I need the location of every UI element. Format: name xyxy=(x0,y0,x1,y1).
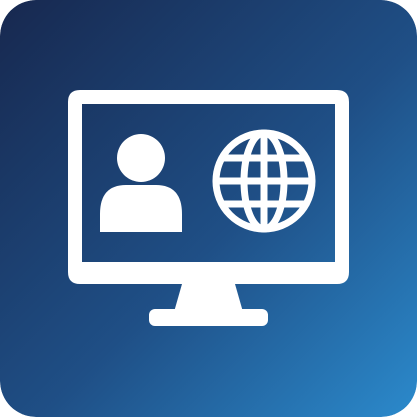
app-icon-graphic xyxy=(0,0,417,417)
icon-background xyxy=(0,0,417,417)
user-head xyxy=(117,134,165,182)
app-icon xyxy=(0,0,417,417)
globe-icon xyxy=(212,129,316,233)
monitor-base xyxy=(149,309,268,326)
user-body xyxy=(100,185,182,232)
monitor-stand xyxy=(174,284,243,312)
